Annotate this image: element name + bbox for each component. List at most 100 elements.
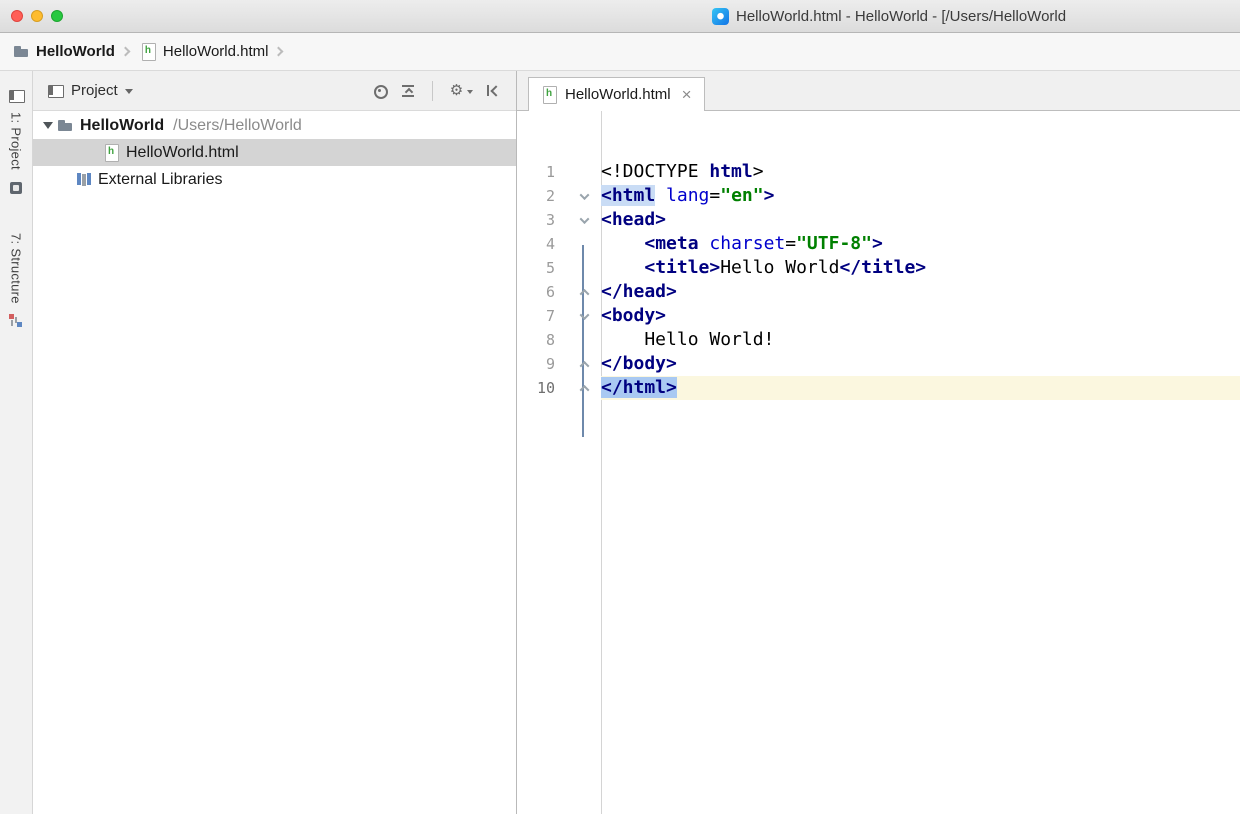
collapse-all-icon	[400, 82, 417, 99]
breadcrumb-label: HelloWorld	[36, 43, 115, 60]
tab-label: HelloWorld.html	[565, 86, 671, 103]
gear-button[interactable]	[448, 82, 473, 99]
code-token: </html>	[601, 377, 677, 398]
project-panel-toolbar	[371, 80, 502, 101]
tab-close-icon[interactable]: ×	[682, 86, 692, 103]
locate-icon	[371, 82, 388, 99]
close-window-button[interactable]	[11, 10, 23, 22]
gear-icon	[448, 82, 465, 99]
code-text: </body>	[601, 352, 1240, 376]
window-title-text: HelloWorld.html - HelloWorld - [/Users/H…	[736, 7, 1067, 25]
line-number: 9	[545, 355, 555, 373]
tree-item-helloworld-html[interactable]: HelloWorld.html	[33, 139, 516, 166]
tool-button-favorites[interactable]	[8, 180, 25, 197]
code-text: <body>	[601, 304, 1240, 328]
tree-item-helloworld[interactable]: HelloWorld/Users/HelloWorld	[33, 112, 516, 139]
line-number: 5	[545, 259, 555, 277]
code-token: =	[709, 185, 721, 206]
fold-up-icon	[579, 288, 589, 299]
tool-button-project-label: 1: Project	[8, 112, 24, 170]
code-line[interactable]: 6 </head>	[517, 280, 1240, 304]
line-number: 3	[545, 211, 555, 229]
hide-button[interactable]	[485, 82, 502, 99]
code-line[interactable]: 8 Hello World!	[517, 328, 1240, 352]
fold-up-marker[interactable]	[567, 280, 601, 304]
structure-tool-icon	[8, 312, 25, 329]
code-line[interactable]: 5 <title>Hello World</title>	[517, 256, 1240, 280]
breadcrumb-chevron-icon	[274, 46, 284, 57]
code-token: Hello World!	[601, 329, 775, 350]
project-panel-title: Project	[71, 82, 118, 99]
fold-down-marker[interactable]	[567, 184, 601, 208]
editor-tab-helloworld-html[interactable]: HelloWorld.html ×	[528, 77, 705, 111]
chevron-down-icon	[124, 89, 133, 94]
code-token: >	[763, 185, 775, 206]
html-file-icon	[140, 43, 157, 61]
fold-up-marker[interactable]	[567, 352, 601, 376]
collapse-all-button[interactable]	[400, 82, 417, 99]
code-text: <head>	[601, 208, 1240, 232]
code-token: =	[785, 233, 797, 254]
code-token: </body>	[601, 353, 677, 374]
html-icon	[103, 144, 120, 162]
fold-gutter	[567, 256, 601, 280]
breadcrumb-label: HelloWorld.html	[162, 43, 269, 60]
tree-expand-arrow-icon[interactable]	[39, 122, 57, 129]
code-token: </title>	[839, 257, 927, 278]
code-token: "en"	[720, 185, 764, 206]
code-text: <!DOCTYPE html>	[601, 160, 1240, 184]
code-text: <meta charset="UTF-8">	[601, 232, 1240, 256]
breadcrumb-chevron-icon	[120, 46, 131, 57]
fold-down-marker[interactable]	[567, 304, 601, 328]
fold-gutter	[567, 232, 601, 256]
library-icon	[75, 171, 92, 188]
code-token: >	[871, 233, 883, 254]
code-line[interactable]: 3 <head>	[517, 208, 1240, 232]
code-line[interactable]: 1 <!DOCTYPE html>	[517, 160, 1240, 184]
code-editor[interactable]: 1 <!DOCTYPE html> 2 <html lang="en"> 3 <head>…	[517, 111, 1240, 814]
zoom-window-button[interactable]	[51, 10, 63, 22]
tree-item-label: HelloWorld.html	[126, 143, 239, 161]
editor-tab-bar: HelloWorld.html ×	[517, 71, 1240, 111]
code-line[interactable]: 7 <body>	[517, 304, 1240, 328]
fold-up-marker[interactable]	[567, 376, 601, 400]
breadcrumb-item-helloworld[interactable]: HelloWorld	[13, 43, 115, 60]
main-area: 1: Project 7: Structure Project HelloWorl…	[0, 71, 1240, 814]
code-text: </html>	[601, 376, 1240, 400]
code-token: html	[709, 161, 753, 182]
project-view-selector[interactable]: Project	[47, 82, 133, 99]
line-number: 1	[545, 163, 555, 181]
project-window-icon	[47, 82, 64, 99]
titlebar[interactable]: HelloWorld.html - HelloWorld - [/Users/H…	[0, 0, 1240, 33]
code-line[interactable]: 9 </body>	[517, 352, 1240, 376]
code-token: <meta	[644, 233, 710, 254]
line-number: 6	[545, 283, 555, 301]
code-token: </head>	[601, 281, 677, 302]
tree-item-path: /Users/HelloWorld	[173, 116, 302, 134]
code-token: "UTF-8"	[796, 233, 872, 254]
code-token: <html	[601, 185, 656, 206]
favorites-icon	[8, 180, 25, 197]
toolbar-separator	[432, 80, 433, 101]
code-token: <head>	[601, 209, 667, 230]
tree-item-external-libraries[interactable]: External Libraries	[33, 166, 516, 193]
hide-icon	[485, 82, 502, 99]
project-tree: HelloWorld/Users/HelloWorld HelloWorld.ht…	[33, 111, 516, 814]
locate-button[interactable]	[371, 82, 388, 99]
code-line[interactable]: 4 <meta charset="UTF-8">	[517, 232, 1240, 256]
fold-down-icon	[579, 309, 589, 320]
tool-button-structure[interactable]: 7: Structure	[8, 233, 25, 329]
code-text: <html lang="en">	[601, 184, 1240, 208]
tool-button-project[interactable]: 1: Project	[8, 87, 25, 170]
fold-down-marker[interactable]	[567, 208, 601, 232]
line-number: 7	[545, 307, 555, 325]
app-icon	[712, 7, 729, 25]
code-line[interactable]: 2 <html lang="en">	[517, 184, 1240, 208]
breadcrumb-item-helloworld-html[interactable]: HelloWorld.html	[140, 43, 269, 61]
code-line[interactable]: 10 </html>	[517, 376, 1240, 400]
code-text: <title>Hello World</title>	[601, 256, 1240, 280]
folder-file-icon	[13, 43, 30, 60]
minimize-window-button[interactable]	[31, 10, 43, 22]
